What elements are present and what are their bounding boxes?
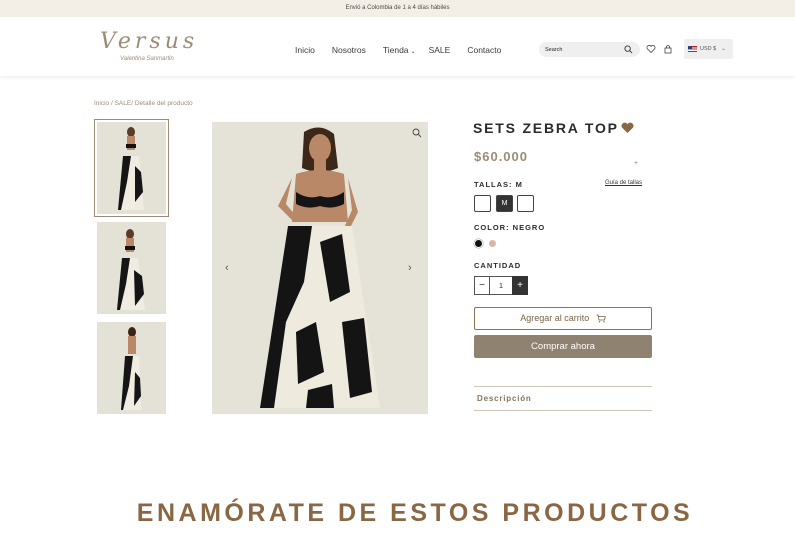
- currency-selector[interactable]: USD $ ⌄: [684, 39, 733, 59]
- model-figure-thumb-2: [97, 222, 166, 314]
- wishlist-heart-icon[interactable]: [646, 44, 656, 54]
- zoom-icon[interactable]: [412, 128, 422, 138]
- search-box: [539, 42, 640, 57]
- product-main-image[interactable]: [212, 122, 428, 414]
- logo[interactable]: Versus Valentina Sanmartin: [100, 29, 200, 65]
- quantity-value[interactable]: 1: [490, 276, 512, 295]
- cart-icon: [596, 314, 606, 323]
- chevron-down-icon: ⌄: [721, 46, 726, 52]
- search-icon[interactable]: [624, 45, 633, 54]
- nav-item-tienda[interactable]: Tienda ⌄: [383, 45, 416, 55]
- size-option-m[interactable]: M: [496, 195, 513, 212]
- quantity-decrease-button[interactable]: −: [474, 276, 490, 295]
- model-figure-thumb-1: [97, 122, 166, 214]
- quantity-increase-button[interactable]: +: [512, 276, 528, 295]
- favorite-heart-icon[interactable]: [621, 122, 634, 134]
- cursor-crosshair-icon: +: [634, 160, 639, 167]
- us-flag-icon: [688, 45, 697, 52]
- section-title: ENAMÓRATE DE ESTOS PRODUCTOS: [136, 499, 694, 527]
- product-title: SETS ZEBRA TOP: [473, 120, 619, 136]
- product-thumbnail-3[interactable]: [97, 322, 166, 414]
- add-to-cart-label: Agregar al carrito: [520, 313, 590, 323]
- size-option-1[interactable]: [474, 195, 491, 212]
- model-figure-thumb-3: [97, 322, 166, 414]
- size-option-3[interactable]: [517, 195, 534, 212]
- model-figure-main: [212, 122, 428, 414]
- gallery-prev-arrow[interactable]: ‹: [225, 262, 229, 274]
- breadcrumb[interactable]: Inicio / SALE/ Detalle del producto: [94, 100, 193, 107]
- size-guide-link[interactable]: Guía de tallas: [605, 180, 642, 186]
- quantity-stepper: − 1 +: [474, 276, 528, 295]
- product-price: $60.000: [474, 149, 528, 164]
- product-thumbnail-2[interactable]: [97, 222, 166, 314]
- color-swatch-nude[interactable]: [489, 240, 496, 247]
- sizes-label: TALLAS: M: [474, 180, 523, 189]
- nav-item-sale[interactable]: SALE: [429, 45, 451, 55]
- chevron-down-icon: ⌄: [410, 49, 416, 55]
- nav-item-inicio[interactable]: Inicio: [295, 45, 315, 55]
- gallery-next-arrow[interactable]: ›: [408, 262, 412, 274]
- currency-label: USD $: [700, 46, 717, 52]
- color-swatch-black[interactable]: [475, 240, 482, 247]
- logo-subtitle: Valentina Sanmartin: [120, 56, 174, 62]
- nav-item-tienda-label: Tienda: [382, 45, 409, 55]
- description-accordion[interactable]: Descripción: [474, 386, 652, 411]
- quantity-label: CANTIDAD: [474, 261, 522, 270]
- product-thumbnail-1[interactable]: [94, 119, 169, 217]
- main-nav: Inicio Nosotros Tienda ⌄ SALE Contacto: [295, 45, 518, 55]
- nav-item-contacto[interactable]: Contacto: [467, 45, 501, 55]
- shopping-bag-icon[interactable]: [663, 44, 673, 54]
- add-to-cart-button[interactable]: Agregar al carrito: [474, 307, 652, 330]
- logo-wordmark: Versus: [100, 29, 199, 54]
- nav-item-nosotros[interactable]: Nosotros: [332, 45, 366, 55]
- announcement-bar: Envió a Colombia de 1 a 4 días hábiles: [0, 0, 795, 17]
- site-header: Versus Valentina Sanmartin Inicio Nosotr…: [0, 17, 795, 76]
- buy-now-button[interactable]: Comprar ahora: [474, 335, 652, 358]
- color-label: COLOR: NEGRO: [474, 223, 546, 232]
- search-input[interactable]: [545, 44, 623, 55]
